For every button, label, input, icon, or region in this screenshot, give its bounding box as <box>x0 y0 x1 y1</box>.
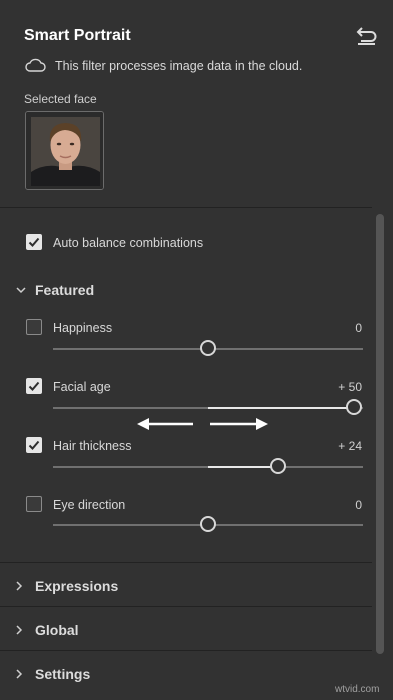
slider-label-hair-thickness: Hair thickness <box>53 439 132 453</box>
panel-title: Smart Portrait <box>24 27 131 44</box>
scrollbar[interactable] <box>376 214 384 654</box>
happiness-checkbox[interactable] <box>26 319 42 335</box>
slider-value-hair-thickness: + 24 <box>338 439 362 453</box>
divider <box>0 606 372 607</box>
chevron-down-icon[interactable] <box>16 285 26 295</box>
chevron-right-icon[interactable] <box>14 581 24 591</box>
checkmark-icon <box>28 381 40 391</box>
slider-value-happiness: 0 <box>355 321 362 335</box>
slider-handle-facial-age[interactable] <box>346 399 362 415</box>
slider-label-happiness: Happiness <box>53 321 113 335</box>
slider-label-facial-age: Facial age <box>53 380 111 394</box>
section-featured[interactable]: Featured <box>35 282 94 298</box>
chevron-right-icon[interactable] <box>14 625 24 635</box>
slider-fill-facial-age <box>208 407 354 409</box>
checkmark-icon <box>28 440 40 450</box>
slider-handle-eye-direction[interactable] <box>200 516 216 532</box>
divider <box>0 562 372 563</box>
hair-thickness-checkbox[interactable] <box>26 437 42 453</box>
slider-value-eye-direction: 0 <box>355 498 362 512</box>
checkmark-icon <box>28 237 40 247</box>
section-settings[interactable]: Settings <box>35 666 90 682</box>
face-portrait-image <box>26 112 103 189</box>
slider-label-eye-direction: Eye direction <box>53 498 126 512</box>
slider-handle-hair-thickness[interactable] <box>270 458 286 474</box>
slider-fill-hair-thickness <box>208 466 278 468</box>
auto-balance-checkbox[interactable] <box>26 234 42 250</box>
section-global[interactable]: Global <box>35 622 79 638</box>
reset-icon[interactable] <box>355 26 377 46</box>
facial-age-checkbox[interactable] <box>26 378 42 394</box>
section-expressions[interactable]: Expressions <box>35 578 118 594</box>
divider <box>0 650 372 651</box>
auto-balance-label: Auto balance combinations <box>53 236 204 250</box>
selected-face-label: Selected face <box>24 92 97 106</box>
cloud-icon <box>25 58 46 72</box>
slider-value-facial-age: + 50 <box>338 380 362 394</box>
arrow-right-icon <box>210 418 268 430</box>
selected-face-thumbnail[interactable] <box>25 111 104 190</box>
arrow-left-icon <box>137 418 193 430</box>
chevron-right-icon[interactable] <box>14 669 24 679</box>
slider-handle-happiness[interactable] <box>200 340 216 356</box>
eye-direction-checkbox[interactable] <box>26 496 42 512</box>
watermark: wtvid.com <box>335 684 380 695</box>
divider <box>0 207 372 208</box>
cloud-note: This filter processes image data in the … <box>55 59 303 73</box>
